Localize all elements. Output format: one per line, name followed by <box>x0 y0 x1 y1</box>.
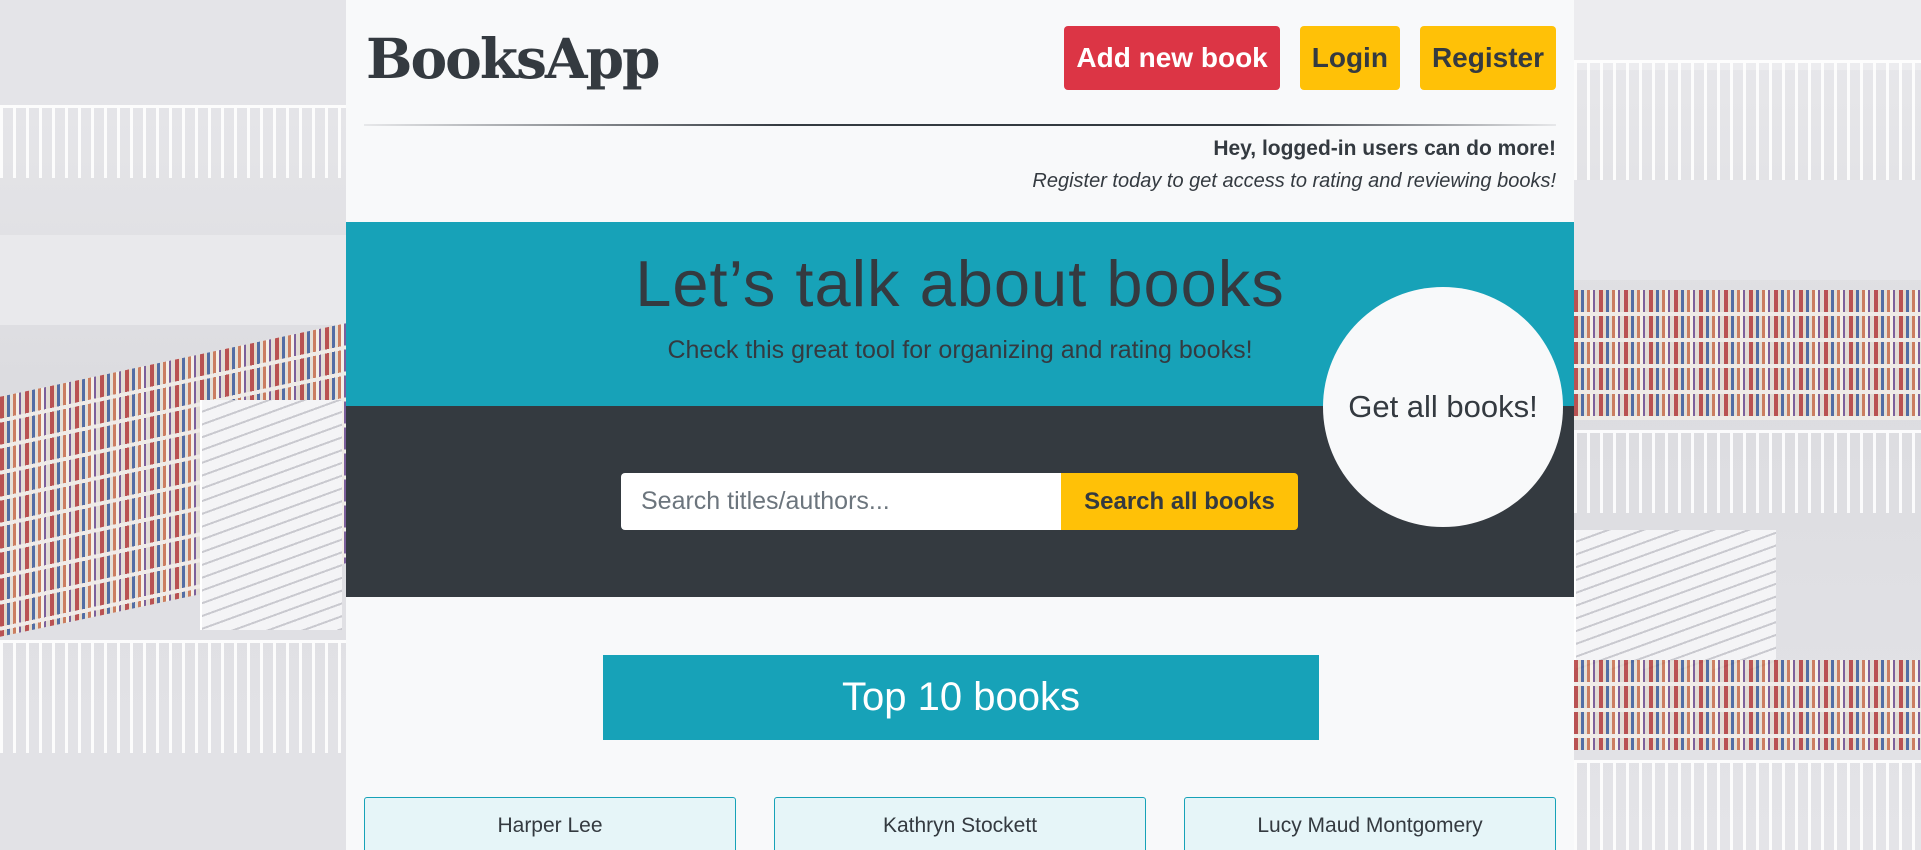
top-books-list: Harper Lee Kathryn Stockett Lucy Maud Mo… <box>364 797 1556 850</box>
search-group: Search all books <box>621 473 1298 530</box>
notice-title: Hey, logged-in users can do more! <box>1213 137 1556 160</box>
search-all-books-button[interactable]: Search all books <box>1061 473 1298 530</box>
background-left-panel <box>0 0 346 850</box>
app-logo[interactable]: BooksApp <box>366 26 661 91</box>
book-card[interactable]: Lucy Maud Montgomery <box>1184 797 1556 850</box>
add-new-book-button[interactable]: Add new book <box>1064 26 1280 90</box>
book-card[interactable]: Harper Lee <box>364 797 736 850</box>
navbar: Add new book Login Register <box>1064 26 1556 90</box>
book-card[interactable]: Kathryn Stockett <box>774 797 1146 850</box>
get-all-books-button[interactable]: Get all books! <box>1323 287 1563 527</box>
header: BooksApp Add new book Login Register <box>346 0 1574 125</box>
register-button[interactable]: Register <box>1419 26 1556 90</box>
login-notice: Hey, logged-in users can do more! Regist… <box>1032 137 1556 193</box>
background-right-panel <box>1574 0 1921 850</box>
search-input[interactable] <box>621 473 1061 530</box>
page-container: BooksApp Add new book Login Register Hey… <box>346 0 1574 850</box>
login-button[interactable]: Login <box>1299 26 1400 90</box>
header-divider <box>364 124 1556 126</box>
top-books-heading: Top 10 books <box>603 655 1319 740</box>
notice-text: Register today to get access to rating a… <box>1032 170 1556 192</box>
